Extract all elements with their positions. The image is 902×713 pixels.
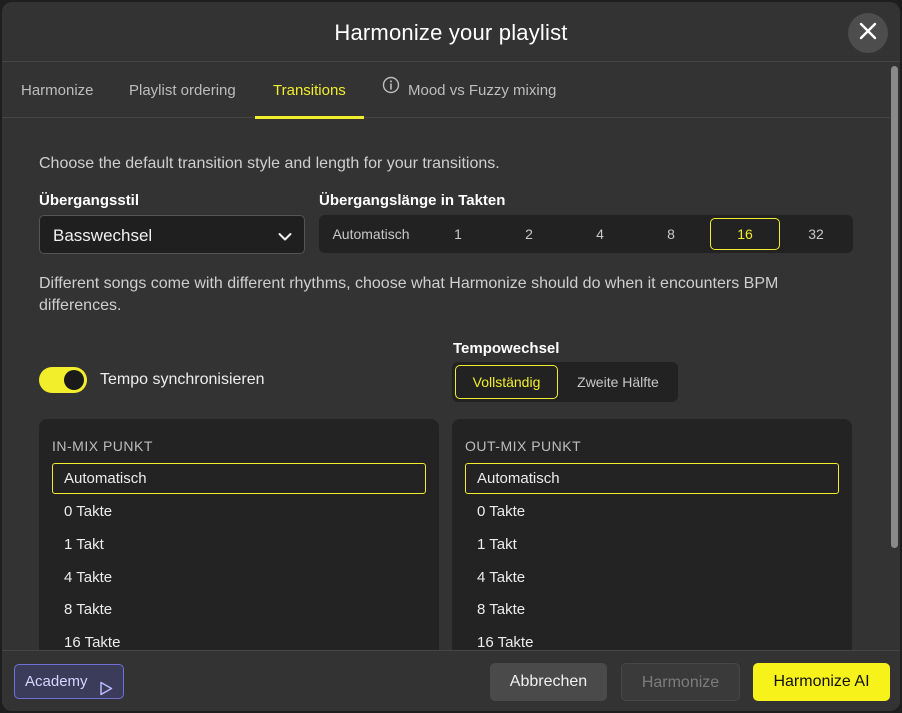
length-option-2[interactable]: 2 xyxy=(494,218,564,250)
list-item[interactable]: 8 Takte xyxy=(52,594,426,625)
transition-style-value: Basswechsel xyxy=(53,226,153,245)
close-icon xyxy=(859,22,877,45)
toggle-knob xyxy=(64,370,84,390)
in-mix-title: IN-MIX PUNKT xyxy=(52,438,153,454)
out-mix-title: OUT-MIX PUNKT xyxy=(465,438,582,454)
tab-playlist-ordering[interactable]: Playlist ordering xyxy=(129,63,236,118)
tempo-option-full[interactable]: Vollständig xyxy=(455,365,558,399)
tab-harmonize[interactable]: Harmonize xyxy=(21,63,94,118)
intro-text: Choose the default transition style and … xyxy=(39,155,500,172)
transition-style-select[interactable]: Basswechsel xyxy=(39,215,305,254)
length-option-4[interactable]: 4 xyxy=(565,218,635,250)
in-mix-panel: IN-MIX PUNKT Automatisch 0 Takte 1 Takt … xyxy=(39,419,439,659)
length-option-1[interactable]: 1 xyxy=(423,218,493,250)
bpm-text: Different songs come with different rhyt… xyxy=(39,275,779,314)
play-icon xyxy=(99,675,113,708)
tab-bar: Harmonize Playlist ordering Transitions … xyxy=(2,63,890,119)
list-item[interactable]: 1 Takt xyxy=(465,529,839,560)
tab-mood-vs-fuzzy-mixing[interactable]: Mood vs Fuzzy mixing xyxy=(382,63,556,118)
list-item[interactable]: 4 Takte xyxy=(52,562,426,593)
tab-transitions[interactable]: Transitions xyxy=(255,63,364,119)
tempo-change-selector: Vollständig Zweite Hälfte xyxy=(452,362,678,402)
tab-label: Playlist ordering xyxy=(129,82,236,99)
length-option-32[interactable]: 32 xyxy=(781,218,851,250)
list-item[interactable]: Automatisch xyxy=(52,463,426,494)
dialog-header: Harmonize your playlist xyxy=(2,2,900,62)
cancel-button[interactable]: Abbrechen xyxy=(490,663,607,701)
tab-label: Mood vs Fuzzy mixing xyxy=(408,82,557,99)
list-item[interactable]: 0 Takte xyxy=(52,496,426,527)
harmonize-ai-button[interactable]: Harmonize AI xyxy=(753,663,890,701)
academy-label: Academy xyxy=(25,673,88,690)
tempo-sync-label: Tempo synchronisieren xyxy=(100,371,265,388)
chevron-down-icon xyxy=(278,229,292,247)
transition-length-selector: Automatisch 1 2 4 8 16 32 xyxy=(319,215,853,253)
tab-label: Harmonize xyxy=(21,82,94,99)
tempo-change-label: Tempowechsel xyxy=(453,340,560,357)
info-icon xyxy=(382,62,400,117)
list-item[interactable]: 1 Takt xyxy=(52,529,426,560)
length-option-8[interactable]: 8 xyxy=(636,218,706,250)
out-mix-panel: OUT-MIX PUNKT Automatisch 0 Takte 1 Takt… xyxy=(452,419,852,659)
list-item[interactable]: 8 Takte xyxy=(465,594,839,625)
scrollbar-thumb[interactable] xyxy=(891,66,898,548)
academy-button[interactable]: Academy xyxy=(14,664,124,699)
length-option-16[interactable]: 16 xyxy=(710,218,780,250)
harmonize-button[interactable]: Harmonize xyxy=(621,663,740,701)
transition-length-label: Übergangslänge in Takten xyxy=(319,192,506,209)
dialog-title: Harmonize your playlist xyxy=(334,20,568,45)
list-item[interactable]: 0 Takte xyxy=(465,496,839,527)
harmonize-dialog: Harmonize your playlist Harmonize Playli… xyxy=(2,2,900,711)
transition-style-label: Übergangsstil xyxy=(39,192,140,209)
tempo-sync-toggle[interactable] xyxy=(39,367,87,393)
list-item[interactable]: 4 Takte xyxy=(465,562,839,593)
tab-label: Transitions xyxy=(273,82,346,99)
length-option-automatic[interactable]: Automatisch xyxy=(323,218,419,250)
close-button[interactable] xyxy=(848,13,888,53)
list-item[interactable]: Automatisch xyxy=(465,463,839,494)
dialog-footer: Academy Abbrechen Harmonize Harmonize AI xyxy=(2,650,900,711)
tempo-option-second-half[interactable]: Zweite Hälfte xyxy=(562,365,674,399)
